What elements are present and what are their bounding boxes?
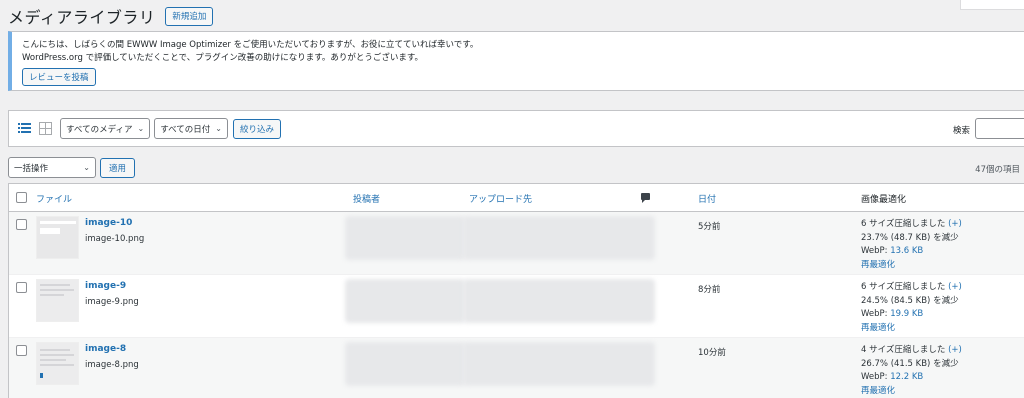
- author-redacted: [345, 216, 465, 260]
- bulk-action-select[interactable]: 一括操作 ⌄: [8, 157, 96, 178]
- media-filter-bar: すべてのメディア ⌄ すべての日付 ⌄ 絞り込み 検索: [8, 110, 1024, 147]
- opt-reduced: 26.7% (41.5 KB) を減少: [861, 358, 959, 369]
- ewww-review-notice: こんにちは、しばらくの間 EWWW Image Optimizer をご使用いた…: [8, 31, 1024, 91]
- column-optimization: 画像最適化: [861, 195, 907, 205]
- table-row: image-8 image-8.png 10分前 4 サイズ圧縮しました (+)…: [9, 338, 1024, 398]
- media-date: 5分前: [698, 222, 721, 232]
- media-thumbnail[interactable]: [36, 342, 79, 385]
- row-checkbox[interactable]: [16, 282, 27, 293]
- media-filename: image-9.png: [85, 297, 139, 307]
- media-thumbnail[interactable]: [36, 279, 79, 322]
- post-review-button[interactable]: レビューを投稿: [22, 68, 96, 86]
- media-table: ファイル 投稿者 アップロード先 日付 画像最適化 image-10 image…: [8, 183, 1024, 398]
- media-filename: image-8.png: [85, 360, 139, 370]
- media-date: 8分前: [698, 285, 721, 295]
- media-date: 10分前: [698, 348, 726, 358]
- select-all-checkbox[interactable]: [16, 192, 27, 203]
- opt-summary: 4 サイズ圧縮しました: [861, 345, 946, 355]
- notice-line-1: こんにちは、しばらくの間 EWWW Image Optimizer をご使用いた…: [22, 40, 479, 50]
- row-checkbox[interactable]: [16, 219, 27, 230]
- table-header: ファイル 投稿者 アップロード先 日付 画像最適化: [9, 184, 1024, 212]
- webp-size-link[interactable]: 12.2 KB: [890, 372, 923, 382]
- opt-reduced: 24.5% (84.5 KB) を減少: [861, 295, 959, 306]
- author-redacted: [345, 279, 465, 323]
- page-title: メディアライブラリ: [8, 8, 156, 27]
- opt-details-link[interactable]: (+): [948, 282, 962, 292]
- reoptimize-link[interactable]: 再最適化: [861, 259, 962, 273]
- column-uploaded-to[interactable]: アップロード先: [469, 192, 532, 205]
- notice-line-2: WordPress.org で評価していただくことで、プラグイン改善の助けになり…: [22, 53, 424, 63]
- media-filename: image-10.png: [85, 234, 145, 244]
- media-title-link[interactable]: image-8: [85, 344, 126, 354]
- screen-options-tab[interactable]: [960, 0, 1024, 10]
- uploaded-to-redacted: [463, 342, 655, 386]
- optimization-info: 4 サイズ圧縮しました (+) 26.7% (41.5 KB) を減少 WebP…: [861, 344, 962, 398]
- column-author[interactable]: 投稿者: [353, 192, 380, 205]
- optimization-info: 6 サイズ圧縮しました (+) 23.7% (48.7 KB) を減少 WebP…: [861, 218, 962, 272]
- media-thumbnail[interactable]: [36, 216, 79, 259]
- search-input[interactable]: [975, 118, 1024, 139]
- search-label: 検索: [953, 126, 971, 136]
- column-date[interactable]: 日付: [698, 192, 716, 205]
- page-header: メディアライブラリ 新規追加: [8, 4, 214, 28]
- bulk-action-value: 一括操作: [14, 163, 49, 174]
- opt-details-link[interactable]: (+): [948, 345, 962, 355]
- row-checkbox[interactable]: [16, 345, 27, 356]
- reoptimize-link[interactable]: 再最適化: [861, 385, 962, 398]
- chevron-down-icon: ⌄: [83, 163, 90, 172]
- add-new-button[interactable]: 新規追加: [165, 6, 214, 26]
- webp-label: WebP:: [861, 372, 888, 382]
- bulk-actions: 一括操作 ⌄ 適用: [8, 157, 136, 178]
- filter-button[interactable]: 絞り込み: [232, 118, 281, 139]
- opt-summary: 6 サイズ圧縮しました: [861, 282, 946, 292]
- media-type-value: すべてのメディア: [66, 124, 133, 135]
- webp-size-link[interactable]: 13.6 KB: [890, 246, 923, 256]
- chevron-down-icon: ⌄: [137, 124, 145, 133]
- author-redacted: [345, 342, 465, 386]
- opt-summary: 6 サイズ圧縮しました: [861, 219, 946, 229]
- media-type-select[interactable]: すべてのメディア ⌄: [60, 118, 151, 139]
- uploaded-to-redacted: [463, 216, 655, 260]
- list-view-icon[interactable]: [18, 122, 31, 135]
- date-value: すべての日付: [160, 124, 211, 135]
- webp-size-link[interactable]: 19.9 KB: [890, 309, 923, 319]
- apply-button[interactable]: 適用: [100, 157, 136, 178]
- table-row: image-9 image-9.png 8分前 6 サイズ圧縮しました (+) …: [9, 275, 1024, 338]
- webp-label: WebP:: [861, 309, 888, 319]
- media-title-link[interactable]: image-10: [85, 218, 132, 228]
- items-count: 47個の項目: [975, 165, 1020, 175]
- column-file[interactable]: ファイル: [36, 192, 72, 205]
- uploaded-to-redacted: [463, 279, 655, 323]
- table-row: image-10 image-10.png 5分前 6 サイズ圧縮しました (+…: [9, 212, 1024, 275]
- opt-details-link[interactable]: (+): [948, 219, 962, 229]
- chevron-down-icon: ⌄: [215, 124, 222, 133]
- media-title-link[interactable]: image-9: [85, 281, 126, 291]
- optimization-info: 6 サイズ圧縮しました (+) 24.5% (84.5 KB) を減少 WebP…: [861, 281, 962, 335]
- date-select[interactable]: すべての日付 ⌄: [154, 118, 228, 139]
- comment-icon[interactable]: [641, 193, 650, 203]
- webp-label: WebP:: [861, 246, 888, 256]
- opt-reduced: 23.7% (48.7 KB) を減少: [861, 232, 959, 243]
- grid-view-icon[interactable]: [39, 122, 52, 135]
- reoptimize-link[interactable]: 再最適化: [861, 322, 962, 336]
